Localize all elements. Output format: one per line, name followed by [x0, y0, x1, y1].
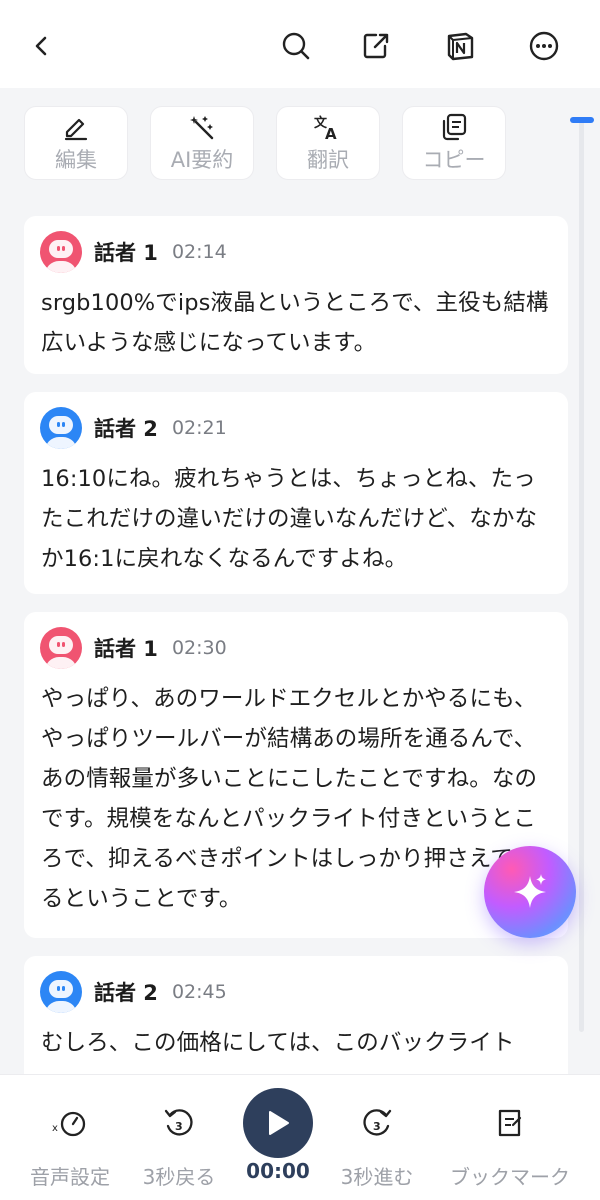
speaker-avatar [40, 407, 82, 449]
notion-icon [447, 32, 474, 61]
translate-label: 翻訳 [307, 148, 349, 172]
speaker-name: 話者 2 [94, 981, 158, 1005]
play-icon [269, 1111, 289, 1135]
translate-icon: 文 A [313, 112, 343, 142]
copy-button[interactable]: コピー [402, 106, 506, 180]
magic-wand-icon [188, 112, 216, 142]
play-button[interactable] [243, 1088, 313, 1158]
svg-text:x: x [52, 1123, 58, 1134]
transcript-text: srgb100%でips液晶というところで、主役も結構広いような感じになっていま… [41, 290, 549, 356]
rewind-3s-button[interactable]: 3 3秒戻る [134, 1075, 224, 1200]
search-icon [282, 32, 310, 60]
export-icon [363, 33, 389, 59]
scrollbar-thumb[interactable] [570, 117, 594, 123]
top-bar [0, 0, 600, 88]
forward-3s-button[interactable]: 3 3秒進む [332, 1075, 422, 1200]
copy-label: コピー [422, 148, 486, 172]
back-button[interactable] [20, 24, 64, 68]
entry-header: 話者 2 02:21 [40, 406, 227, 450]
entry-header: 話者 2 02:45 [40, 970, 227, 1014]
copy-icon [440, 112, 468, 142]
current-time: 00:00 [246, 1159, 310, 1183]
transcript-text: やっぱり、あのワールドエクセルとかやるにも、やっぱりツールバーが結構あの場所を通… [41, 686, 538, 912]
entry-header: 話者 1 02:14 [40, 230, 227, 274]
timestamp[interactable]: 02:14 [172, 241, 227, 263]
transcript-entry[interactable]: 話者 2 02:21 16:10にね。疲れちゃうとは、ちょっとね、たったこれだけ… [24, 392, 568, 594]
svg-text:3: 3 [175, 1120, 183, 1133]
rewind-icon: 3 [162, 1105, 196, 1141]
speaker-name: 話者 2 [94, 417, 158, 441]
pen-icon [62, 112, 90, 142]
sparkle-icon [514, 874, 546, 908]
audio-settings-label: 音声設定 [30, 1165, 110, 1189]
translate-button[interactable]: 文 A 翻訳 [276, 106, 380, 180]
action-toolbar: 編集 AI要約 文 A 翻訳 コピー [0, 88, 600, 198]
speaker-avatar [40, 231, 82, 273]
svg-text:A: A [325, 125, 337, 141]
entry-header: 話者 1 02:30 [40, 626, 227, 670]
audio-settings-button[interactable]: x 音声設定 [22, 1075, 118, 1200]
export-button[interactable] [354, 24, 398, 68]
ai-assistant-button[interactable] [484, 846, 576, 938]
svg-text:3: 3 [373, 1120, 381, 1133]
transcript-text: むしろ、この価格にしては、このバックライト [41, 1030, 515, 1056]
speaker-name: 話者 1 [94, 637, 158, 661]
speaker-avatar [40, 971, 82, 1013]
more-button[interactable] [522, 24, 566, 68]
transcript-entry[interactable]: 話者 1 02:14 srgb100%でips液晶というところで、主役も結構広い… [24, 216, 568, 374]
ai-summary-label: AI要約 [170, 148, 234, 172]
timestamp[interactable]: 02:21 [172, 417, 227, 439]
more-icon [529, 31, 559, 61]
timestamp[interactable]: 02:45 [172, 981, 227, 1003]
back-arrow-icon [35, 36, 47, 56]
player-bar: x 音声設定 3 3秒戻る 00:00 3 3秒進む ブックマーク [0, 1074, 600, 1200]
timestamp[interactable]: 02:30 [172, 637, 227, 659]
edit-button[interactable]: 編集 [24, 106, 128, 180]
transcript-text: 16:10にね。疲れちゃうとは、ちょっとね、たったこれだけの違いだけの違いなんだ… [41, 466, 538, 572]
speaker-avatar [40, 627, 82, 669]
bookmark-icon [495, 1105, 525, 1141]
search-button[interactable] [274, 24, 318, 68]
rewind-label: 3秒戻る [142, 1165, 216, 1189]
forward-icon: 3 [360, 1105, 394, 1141]
speaker-name: 話者 1 [94, 241, 158, 265]
bookmark-button[interactable]: ブックマーク [440, 1075, 580, 1200]
scrollbar-track[interactable] [579, 118, 584, 1032]
bookmark-label: ブックマーク [450, 1165, 570, 1189]
forward-label: 3秒進む [340, 1165, 414, 1189]
transcript-entry[interactable]: 話者 2 02:45 むしろ、この価格にしては、このバックライト [24, 956, 568, 1074]
ai-summary-button[interactable]: AI要約 [150, 106, 254, 180]
notion-button[interactable] [438, 24, 482, 68]
playback-speed-icon: x [52, 1105, 88, 1141]
edit-label: 編集 [55, 148, 97, 172]
